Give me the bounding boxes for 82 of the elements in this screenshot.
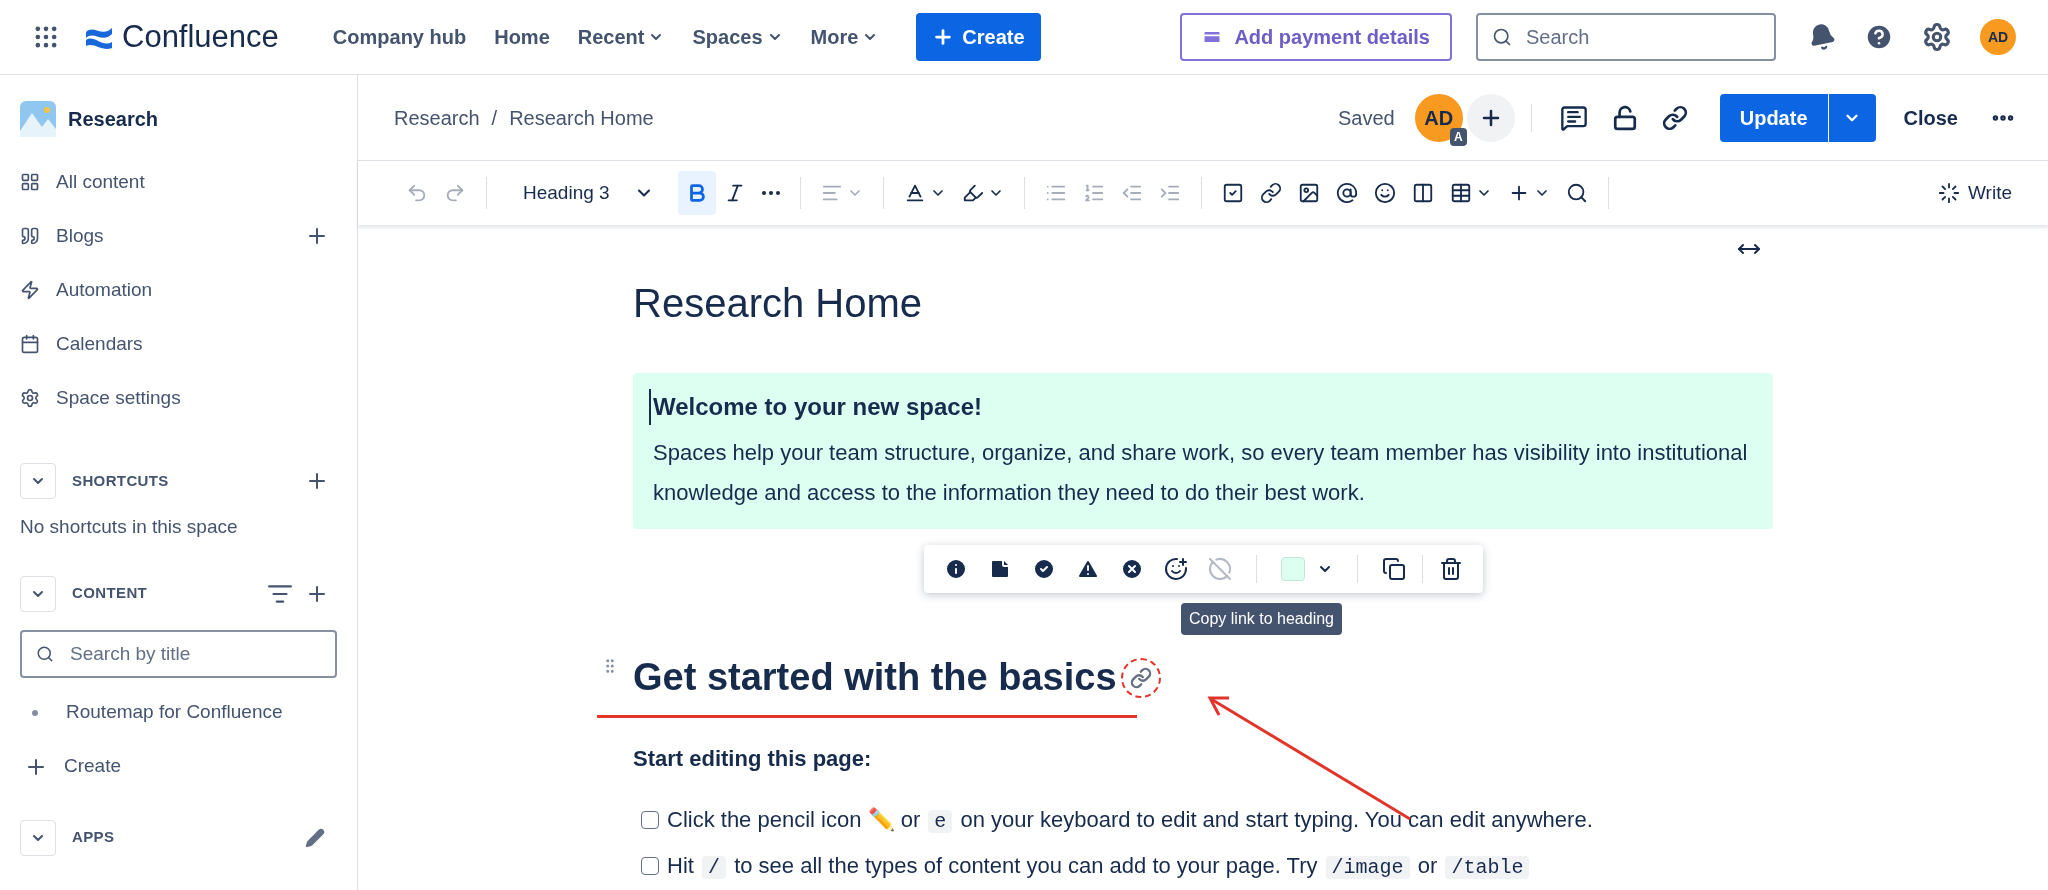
collapse-button[interactable] [20,463,56,499]
checkbox[interactable] [641,811,659,829]
sidebar-item[interactable]: All content [20,167,337,197]
at-icon [1335,182,1358,204]
search-field[interactable]: Search [1476,13,1776,61]
app-name: Confluence [122,17,279,56]
image-icon [1297,182,1320,204]
checkbox-icon [1221,182,1244,204]
checkbox[interactable] [641,857,659,875]
task-text: Hit / to see all the types of content you can add to your page. Try /image or /table [667,849,1532,883]
task-text: Click the pencil icon ✏ or e on your keyboard to edit and start typing. You can edit anywhere. [667,806,1593,835]
unlock-icon[interactable] [1611,104,1638,131]
link-icon[interactable] [1661,104,1688,131]
space-name[interactable]: Research [68,104,159,134]
emoji-add-icon [1163,557,1188,581]
empty-message: No shortcuts in this space [20,515,239,539]
sidebar-item[interactable]: Automation [20,275,337,305]
heading-style-dropdown[interactable]: Heading 3 [511,173,666,213]
quote-icon [20,226,40,246]
sidebar-item[interactable]: Calendars [20,329,337,359]
create-button[interactable]: Create [916,13,1041,61]
section-title: SHORTCUTS [72,470,170,491]
subheading: Start editing this page: [633,745,873,773]
undo-icon [406,182,428,204]
more-icon [761,191,780,195]
collapse-button[interactable] [20,575,56,612]
search-field[interactable]: Search by title [20,629,337,678]
save-status: Saved [1338,105,1395,131]
write-button[interactable]: Write [1926,173,2024,213]
tooltip: Copy link to heading [1181,603,1342,635]
close-button[interactable]: Close [1883,93,1978,142]
bold-button[interactable] [677,171,716,215]
sidebar-item[interactable]: Space settings [20,383,337,413]
nav-link[interactable]: Home [480,17,564,57]
comment-icon[interactable] [1559,103,1588,132]
payment-button[interactable]: Add payment details [1180,13,1452,61]
bullet-icon [32,709,38,716]
breadcrumb-link[interactable]: Research Home [509,102,654,133]
section-title: CONTENT [72,583,149,604]
settings-icon [20,388,40,408]
collapse-button[interactable] [20,819,56,856]
breadcrumb-link[interactable]: Research [394,102,480,133]
breadcrumb-separator: / [491,105,498,131]
user-avatar[interactable]: AD [1980,19,2016,55]
sparkle-icon [1938,182,1960,204]
space-logo-icon [20,101,56,137]
table-icon [1449,182,1472,204]
copy-icon [1381,557,1406,581]
link-icon [1259,182,1282,204]
nav-link[interactable]: Recent [563,17,679,57]
avatar-badge: A [1450,127,1467,146]
nav-link[interactable]: More [796,17,893,57]
nav-link[interactable]: Company hub [318,17,481,57]
nav-link[interactable]: Spaces [678,17,797,57]
settings-icon[interactable] [1922,22,1952,52]
delete-icon [1438,557,1463,581]
lightning-icon [20,280,40,300]
numbered-list-icon [1082,182,1105,204]
update-menu-button[interactable] [1827,93,1876,142]
no-emoji-icon [1207,557,1232,581]
sidebar-item[interactable]: Blogs [20,221,305,251]
help-icon[interactable] [1864,22,1894,52]
panel-title: Welcome to your new space! [649,389,1753,425]
search-icon [1565,182,1588,204]
search-icon [36,644,54,663]
update-button[interactable]: Update [1719,93,1828,142]
page-tree-item[interactable]: Routemap for Confluence [66,698,283,727]
panel-body: Spaces help your team structure, organize, and share work, so every team member has visibility into institutional knowledge and access to the information they need to do their best work. [653,439,1749,507]
redo-icon [444,182,466,204]
smile-icon [1373,182,1396,204]
section-title: APPS [72,827,116,848]
color-swatch [1280,557,1305,581]
section-heading: Get started with the basics [633,655,1117,700]
search-icon [1492,27,1512,47]
columns-icon [1411,182,1434,204]
calendar-icon [20,334,40,354]
create-link[interactable]: Create [20,739,337,794]
edit-icon[interactable] [305,827,325,848]
invite-button[interactable] [1466,93,1515,142]
highlighter-icon [961,182,984,204]
page-title: Research Home [633,280,923,327]
grid-icon [20,172,40,192]
